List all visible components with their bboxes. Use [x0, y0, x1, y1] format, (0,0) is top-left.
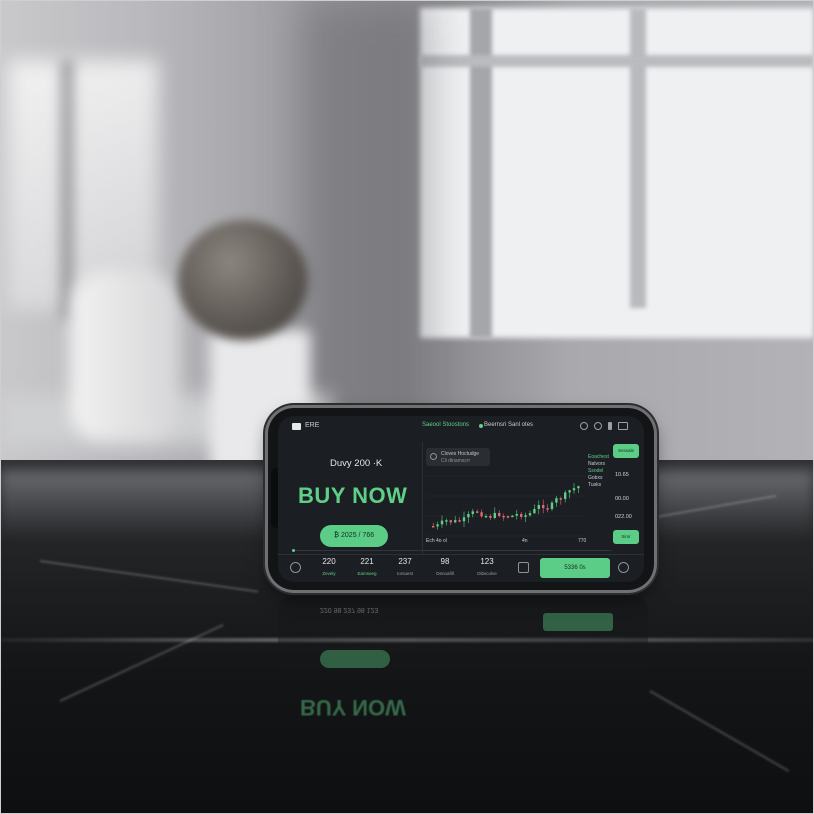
image-frame [0, 0, 814, 814]
photo-scene: 220 98 237 98 123 BUY NOW ERE Saeool Sto… [0, 0, 814, 814]
